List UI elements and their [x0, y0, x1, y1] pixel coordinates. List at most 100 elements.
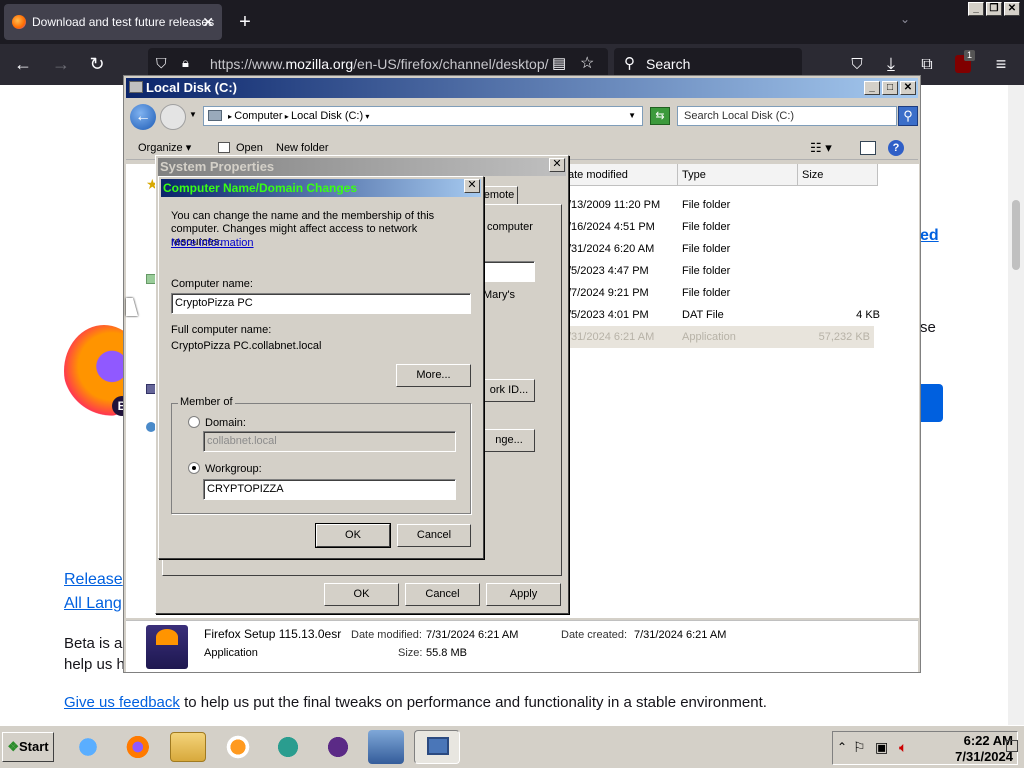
media-player-icon[interactable]: [220, 730, 256, 764]
show-desktop-icon[interactable]: [1006, 740, 1018, 752]
column-date-modified[interactable]: ate modified: [564, 164, 678, 186]
network-status-icon[interactable]: ▣: [875, 739, 888, 756]
page-scrollbar[interactable]: [1008, 85, 1024, 725]
breadcrumb-computer[interactable]: Computer: [234, 110, 282, 122]
domain-input[interactable]: collabnet.local: [203, 431, 456, 452]
internet-explorer-icon[interactable]: [70, 730, 106, 764]
system-properties-cancel-button[interactable]: Cancel: [405, 583, 480, 606]
firefox-setup-icon: [146, 625, 188, 669]
system-properties-ok-button[interactable]: OK: [324, 583, 399, 606]
side-text-fragment: se: [920, 319, 936, 336]
close-icon[interactable]: ✕: [464, 179, 480, 193]
file-row[interactable]: /5/2023 4:47 PM File folder: [564, 260, 884, 282]
forward-arrow-icon[interactable]: [160, 104, 186, 130]
address-dropdown-icon[interactable]: ▼: [628, 107, 636, 125]
network-app-icon[interactable]: [270, 730, 306, 764]
workgroup-input[interactable]: CRYPTOPIZZA: [203, 479, 456, 500]
minimize-icon[interactable]: _: [968, 2, 984, 16]
system-properties-task-icon[interactable]: [414, 730, 460, 764]
feedback-link[interactable]: Give us feedback: [64, 694, 180, 711]
volume-muted-icon[interactable]: 🔈︎: [899, 739, 907, 756]
open-icon: [218, 142, 230, 153]
restore-icon[interactable]: ❐: [986, 2, 1002, 16]
explorer-search-input[interactable]: Search Local Disk (C:): [677, 106, 897, 126]
view-options-icon[interactable]: ☷ ▾: [810, 136, 832, 160]
computer-name-changes-title[interactable]: Computer Name/Domain Changes: [161, 179, 481, 197]
workgroup-radio[interactable]: [188, 462, 200, 474]
shield-icon[interactable]: ⛉: [156, 55, 167, 72]
details-date-created-label: Date created:: [561, 629, 628, 641]
tab-close-icon[interactable]: ✕: [202, 4, 214, 40]
search-icon[interactable]: ⚲: [898, 106, 918, 126]
new-tab-button[interactable]: +: [232, 8, 258, 36]
minimize-icon[interactable]: _: [864, 81, 880, 95]
computer-name-input[interactable]: CryptoPizza PC: [171, 293, 471, 314]
more-information-link[interactable]: More information: [171, 237, 254, 249]
system-properties-apply-button[interactable]: Apply: [486, 583, 561, 606]
incognito-app-icon[interactable]: [320, 730, 356, 764]
file-row[interactable]: /31/2024 6:20 AM File folder: [564, 238, 884, 260]
reload-icon[interactable]: ↻: [82, 44, 112, 85]
folder-icon[interactable]: [170, 732, 206, 762]
window-controls: _ ❐ ✕: [968, 2, 1020, 16]
file-row[interactable]: /16/2024 4:51 PM File folder: [564, 216, 884, 238]
firefox-favicon-icon: [12, 15, 26, 29]
network-id-button[interactable]: ork ID...: [483, 379, 535, 402]
address-breadcrumb[interactable]: ▸ Computer ▸ Local Disk (C:) ▾ ▼: [203, 106, 643, 126]
firefox-icon[interactable]: [118, 730, 154, 764]
domain-radio[interactable]: [188, 416, 200, 428]
feedback-text: to help us put the final tweaks on perfo…: [179, 694, 767, 711]
explorer-search-placeholder: Search Local Disk (C:): [684, 110, 795, 122]
explorer-titlebar[interactable]: Local Disk (C:) _ □ ✕: [126, 78, 918, 98]
close-icon[interactable]: ✕: [1004, 2, 1020, 16]
file-row[interactable]: /13/2009 11:20 PM File folder: [564, 194, 884, 216]
maximize-icon[interactable]: □: [882, 81, 898, 95]
action-center-flag-icon[interactable]: ⚐: [853, 739, 866, 756]
start-button[interactable]: ❖Start: [2, 732, 54, 762]
beta-text-line2: help us h: [64, 656, 125, 673]
system-properties-title[interactable]: System Properties: [158, 158, 566, 176]
windows-logo-icon: ❖: [7, 739, 20, 754]
more-button[interactable]: More...: [396, 364, 471, 387]
full-computer-name-label: Full computer name:: [171, 324, 272, 336]
search-placeholder: Search: [646, 56, 691, 72]
lock-icon[interactable]: 🔒︎: [182, 55, 189, 71]
hamburger-menu-icon[interactable]: ≡: [986, 44, 1016, 85]
close-icon[interactable]: ✕: [549, 158, 565, 172]
column-type[interactable]: Type: [678, 164, 798, 186]
file-row-selected[interactable]: /31/2024 6:21 AM Application 57,232 KB: [564, 326, 874, 348]
scrollbar-thumb[interactable]: [1012, 200, 1020, 270]
preview-pane-icon[interactable]: [860, 141, 876, 155]
ublock-icon[interactable]: 1: [948, 44, 978, 85]
computer-icon: [208, 110, 222, 121]
change-button[interactable]: nge...: [483, 429, 535, 452]
browser-tab[interactable]: Download and test future releases ✕: [4, 4, 222, 40]
name-changes-cancel-button[interactable]: Cancel: [397, 524, 471, 547]
refresh-icon[interactable]: ⇆: [650, 107, 670, 125]
all-languages-link[interactable]: All Lang: [64, 595, 122, 613]
bookmark-star-icon[interactable]: ☆: [580, 53, 594, 73]
heading-link-fragment[interactable]: ed: [920, 227, 939, 245]
back-arrow-icon[interactable]: ←: [8, 44, 38, 85]
column-size[interactable]: Size: [798, 164, 878, 186]
history-dropdown-icon[interactable]: ▼: [189, 110, 197, 119]
name-changes-ok-button[interactable]: OK: [315, 523, 391, 548]
details-size-label: Size:: [398, 647, 423, 659]
control-panel-icon[interactable]: [368, 730, 404, 764]
computer-description-field[interactable]: [483, 261, 535, 282]
show-hidden-icons-chevron-icon[interactable]: ⌃: [837, 740, 847, 754]
forward-arrow-icon[interactable]: →: [46, 44, 76, 85]
back-arrow-icon[interactable]: ←: [130, 104, 156, 130]
help-icon[interactable]: ?: [888, 140, 904, 156]
file-row[interactable]: /7/2024 9:21 PM File folder: [564, 282, 884, 304]
tab-remote[interactable]: emote: [480, 186, 518, 204]
close-icon[interactable]: ✕: [900, 81, 916, 95]
details-date-modified-label: Date modified:: [351, 629, 422, 641]
tab-list-chevron-icon[interactable]: ⌄: [900, 12, 910, 26]
file-row[interactable]: /5/2023 4:01 PM DAT File 4 KB: [564, 304, 884, 326]
download-button[interactable]: [920, 384, 943, 422]
release-notes-link[interactable]: Release: [64, 571, 123, 589]
taskbar-clock[interactable]: 6:22 AM 7/31/2024: [955, 732, 1013, 765]
reader-view-icon[interactable]: ▤: [552, 54, 566, 72]
breadcrumb-local-disk[interactable]: Local Disk (C:): [291, 110, 363, 122]
